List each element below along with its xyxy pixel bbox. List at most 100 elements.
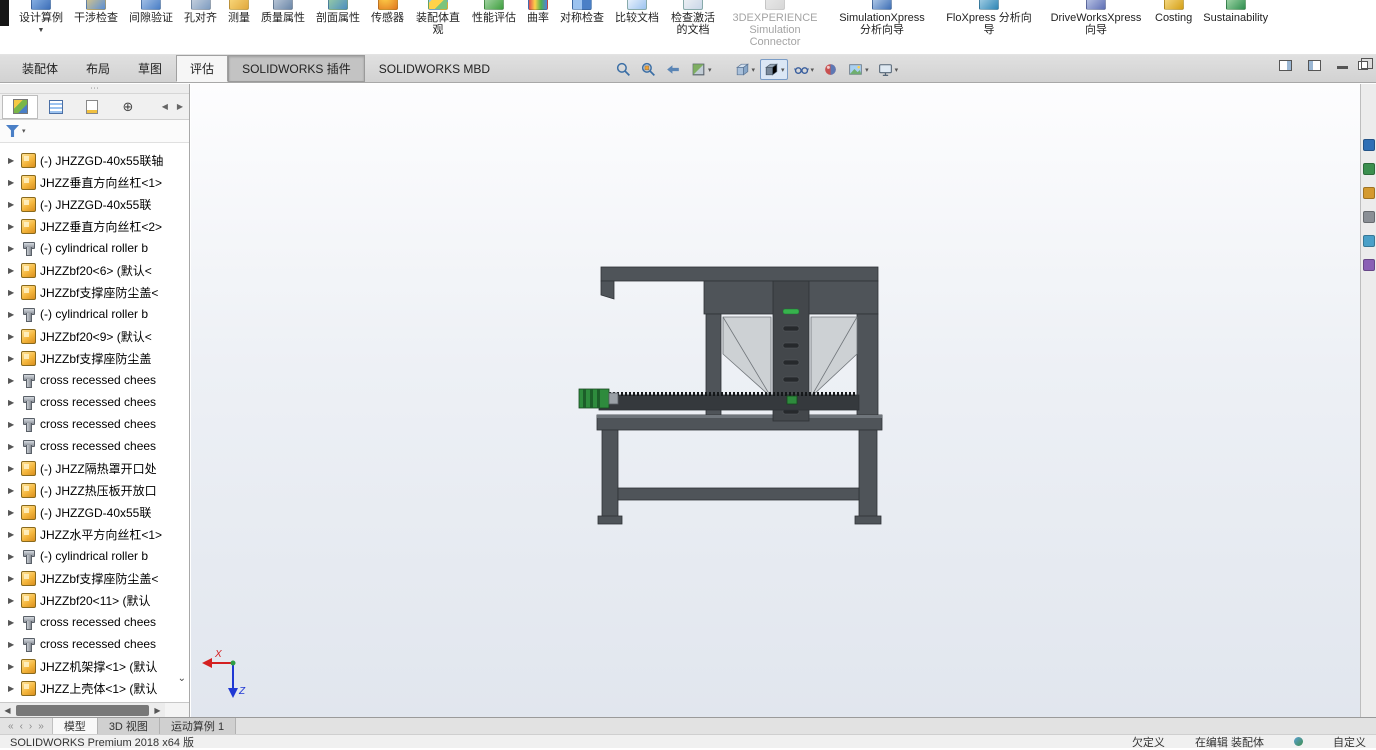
expand-arrow-icon[interactable]: ▶: [8, 332, 17, 341]
ribbon-tool-button[interactable]: 装配体直观 ▼: [410, 0, 466, 36]
solidworks-resources-icon[interactable]: [1363, 139, 1375, 151]
expand-arrow-icon[interactable]: ▶: [8, 354, 17, 363]
zoom-to-area-icon[interactable]: [637, 59, 660, 80]
tree-row[interactable]: ▶ (-) cylindrical roller b: [0, 303, 189, 325]
tree-row[interactable]: ▶ cross recessed chees: [0, 611, 189, 633]
view-orientation-icon[interactable]: ▾: [731, 59, 759, 80]
apply-scene-icon[interactable]: ▾: [844, 59, 872, 80]
tree-row[interactable]: ▶ JHZZbf20<6> (默认<: [0, 259, 189, 281]
ribbon-tool-button[interactable]: Costing ▼: [1150, 0, 1197, 24]
next-sheet-icon[interactable]: ›: [29, 721, 32, 732]
tree-row[interactable]: ▶ JHZZbf支撑座防尘盖<: [0, 281, 189, 303]
last-sheet-icon[interactable]: »: [38, 721, 44, 732]
expand-arrow-icon[interactable]: ▶: [8, 684, 17, 693]
view-settings-icon[interactable]: ▾: [874, 59, 902, 80]
first-sheet-icon[interactable]: «: [8, 721, 14, 732]
expand-arrow-icon[interactable]: ▶: [8, 662, 17, 671]
chevron-down-icon[interactable]: ▾: [22, 127, 26, 135]
tree-row[interactable]: ▶ cross recessed chees: [0, 413, 189, 435]
ribbon-tool-button[interactable]: 检查激活的文档 ▼: [665, 0, 721, 36]
ribbon-tool-button[interactable]: 设计算例 ▼: [14, 0, 68, 37]
pane-view-icon[interactable]: [1279, 60, 1292, 71]
expand-arrow-icon[interactable]: ▶: [8, 178, 17, 187]
ribbon-tool-button[interactable]: 3DEXPERIENCE Simulation Connector ▼: [722, 0, 828, 48]
machine-right-foot[interactable]: [855, 516, 881, 524]
file-explorer-icon[interactable]: [1363, 187, 1375, 199]
tree-row[interactable]: ▶ JHZZ垂直方向丝杠<1>: [0, 171, 189, 193]
ribbon-tool-button[interactable]: 干涉检查 ▼: [69, 0, 123, 24]
expand-arrow-icon[interactable]: ▶: [8, 464, 17, 473]
edit-appearance-icon[interactable]: [819, 59, 842, 80]
expand-arrow-icon[interactable]: ▶: [8, 442, 17, 451]
expand-arrow-icon[interactable]: ▶: [8, 640, 17, 649]
machine-top-arm[interactable]: [601, 267, 878, 281]
tree-row[interactable]: ▶ JHZZ垂直方向丝杠<2>: [0, 215, 189, 237]
tree-row[interactable]: ▶ (-) cylindrical roller b: [0, 237, 189, 259]
tree-scroll-down-icon[interactable]: ⌄: [178, 673, 186, 684]
featuremanager-tab[interactable]: [2, 95, 38, 119]
appearances-icon[interactable]: [1363, 235, 1375, 247]
machine-left-leg[interactable]: [602, 430, 618, 520]
ribbon-tool-button[interactable]: 剖面属性 ▼: [311, 0, 365, 24]
machine-cross-rail[interactable]: [618, 488, 859, 500]
dimxpertmanager-tab[interactable]: ⊕: [110, 95, 146, 119]
ribbon-tool-button[interactable]: 孔对齐 ▼: [179, 0, 222, 24]
tree-row[interactable]: ▶ (-) JHZZ隔热罩开口处: [0, 457, 189, 479]
command-tab[interactable]: SOLIDWORKS 插件: [228, 55, 365, 82]
ribbon-tool-button[interactable]: Sustainability ▼: [1198, 0, 1273, 24]
command-tab[interactable]: 草图: [124, 55, 176, 82]
ribbon-tool-button[interactable]: 间隙验证 ▼: [124, 0, 178, 24]
machine-arm-left-lip[interactable]: [601, 281, 614, 299]
tree-row[interactable]: ▶ (-) JHZZGD-40x55联: [0, 501, 189, 523]
expand-arrow-icon[interactable]: ▶: [8, 552, 17, 561]
propertymanager-tab[interactable]: [38, 95, 74, 119]
panel-splitter-handle[interactable]: ⋯: [0, 84, 189, 94]
expand-arrow-icon[interactable]: ▶: [8, 618, 17, 627]
tree-row[interactable]: ▶ JHZZbf20<9> (默认<: [0, 325, 189, 347]
expand-arrow-icon[interactable]: ▶: [8, 222, 17, 231]
ribbon-tool-button[interactable]: 测量 ▼: [223, 0, 255, 24]
model-canvas[interactable]: X Z: [191, 84, 1360, 717]
tree-row[interactable]: ▶ (-) JHZZGD-40x55联: [0, 193, 189, 215]
expand-arrow-icon[interactable]: ▶: [8, 486, 17, 495]
ribbon-tool-button[interactable]: FloXpress 分析向导 ▼: [936, 0, 1042, 36]
custom-properties-icon[interactable]: [1363, 259, 1375, 271]
ribbon-tool-button[interactable]: 对称检查 ▼: [555, 0, 609, 24]
ribbon-tool-button[interactable]: 质量属性 ▼: [256, 0, 310, 24]
sheet-tab[interactable]: 运动算例 1: [160, 718, 236, 734]
tree-row[interactable]: ▶ JHZZ机架撑<1> (默认: [0, 655, 189, 677]
machine-left-foot[interactable]: [598, 516, 622, 524]
ribbon-tool-button[interactable]: 比较文档 ▼: [610, 0, 664, 24]
view-palette-icon[interactable]: [1363, 211, 1375, 223]
scroll-right-icon[interactable]: ▶: [177, 102, 183, 111]
scrollbar-thumb[interactable]: [16, 705, 149, 716]
tree-row[interactable]: ▶ cross recessed chees: [0, 435, 189, 457]
tree-row[interactable]: ▶ cross recessed chees: [0, 391, 189, 413]
sheet-tab[interactable]: 模型: [53, 718, 98, 734]
expand-arrow-icon[interactable]: ▶: [8, 156, 17, 165]
zoom-fit-icon[interactable]: [612, 59, 635, 80]
prev-sheet-icon[interactable]: ‹: [20, 721, 23, 732]
expand-arrow-icon[interactable]: ▶: [8, 398, 17, 407]
expand-arrow-icon[interactable]: ▶: [8, 200, 17, 209]
expand-arrow-icon[interactable]: ▶: [8, 508, 17, 517]
ribbon-tool-button[interactable]: 性能评估 ▼: [467, 0, 521, 24]
tree-row[interactable]: ▶ cross recessed chees: [0, 633, 189, 655]
section-view-icon[interactable]: ▾: [687, 59, 715, 80]
command-tab[interactable]: 评估: [176, 55, 228, 82]
tree-row[interactable]: ▶ JHZZbf支撑座防尘盖: [0, 347, 189, 369]
pane-view-alt-icon[interactable]: [1308, 60, 1321, 71]
sheet-tab[interactable]: 3D 视图: [98, 718, 160, 734]
expand-arrow-icon[interactable]: ▶: [8, 266, 17, 275]
expand-arrow-icon[interactable]: ▶: [8, 530, 17, 539]
minimize-icon[interactable]: [1337, 66, 1348, 69]
expand-arrow-icon[interactable]: ▶: [8, 376, 17, 385]
configurationmanager-tab[interactable]: [74, 95, 110, 119]
ribbon-tool-button[interactable]: 曲率 ▼: [522, 0, 554, 24]
scroll-left-icon[interactable]: ◀: [0, 706, 15, 715]
tree-row[interactable]: ▶ JHZZbf20<11> (默认: [0, 589, 189, 611]
previous-view-icon[interactable]: [662, 59, 685, 80]
expand-arrow-icon[interactable]: ▶: [8, 596, 17, 605]
graphics-viewport[interactable]: X Z: [191, 84, 1360, 717]
machine-rack-rail[interactable]: [599, 394, 859, 410]
